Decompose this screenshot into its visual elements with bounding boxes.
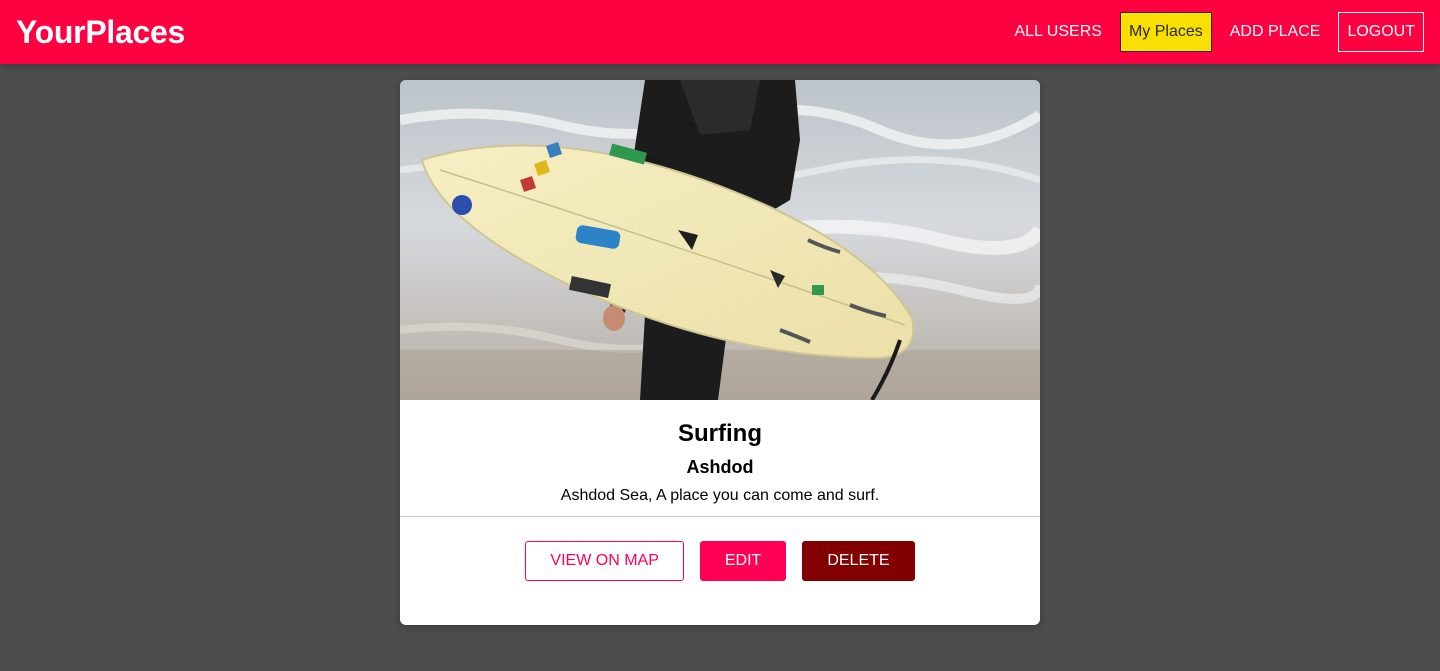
logout-button[interactable]: LOGOUT (1338, 12, 1424, 52)
delete-button[interactable]: DELETE (802, 541, 915, 581)
nav-add-place[interactable]: ADD PLACE (1221, 12, 1330, 52)
view-on-map-button[interactable]: VIEW ON MAP (525, 541, 684, 581)
nav-my-places[interactable]: My Places (1119, 12, 1212, 52)
place-image (400, 80, 1040, 400)
place-actions: VIEW ON MAP EDIT DELETE (400, 517, 1040, 581)
place-description: Ashdod Sea, A place you can come and sur… (560, 487, 880, 504)
logo-link[interactable]: YourPlaces (16, 14, 185, 51)
main-header: YourPlaces ALL USERS My Places ADD PLACE… (0, 0, 1440, 64)
nav-all-users[interactable]: ALL USERS (1005, 12, 1110, 52)
place-card: Surfing Ashdod Ashdod Sea, A place you c… (400, 80, 1040, 625)
nav-links: ALL USERS My Places ADD PLACE LOGOUT (1005, 12, 1424, 52)
edit-button[interactable]: EDIT (699, 541, 787, 581)
place-subtitle: Ashdod (686, 457, 754, 477)
place-title: Surfing (678, 420, 762, 447)
place-info: Surfing Ashdod Ashdod Sea, A place you c… (400, 400, 1040, 517)
